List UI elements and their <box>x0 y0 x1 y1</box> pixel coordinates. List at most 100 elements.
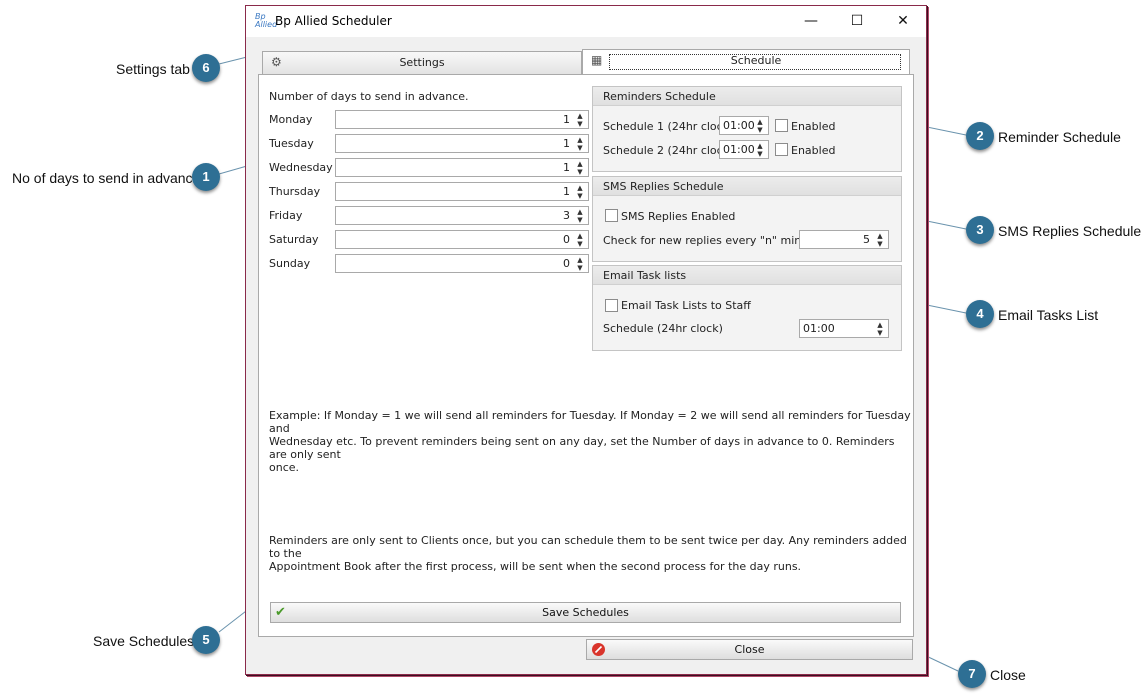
sms-group-title: SMS Replies Schedule <box>603 180 724 193</box>
spinner-value: 1 <box>563 161 570 174</box>
tab-schedule-label: Schedule <box>730 54 782 67</box>
schedule2-time-input[interactable]: 01:00 ▲ ▼ <box>719 140 769 159</box>
spin-down-icon[interactable]: ▼ <box>575 264 585 272</box>
spin-up-icon[interactable]: ▲ <box>575 184 585 192</box>
schedule1-enabled-checkbox[interactable] <box>775 119 788 132</box>
email-schedule-time-input[interactable]: 01:00 ▲ ▼ <box>799 319 889 338</box>
example-line: Wednesday etc. To prevent reminders bein… <box>269 435 895 461</box>
spin-up-icon[interactable]: ▲ <box>755 142 765 150</box>
day-label: Thursday <box>269 185 321 198</box>
sms-replies-schedule-group: SMS Replies Schedule SMS Replies Enabled… <box>592 176 902 262</box>
callout-badge-4: 4 <box>966 300 994 328</box>
schedule2-label: Schedule 2 (24hr clock) <box>603 144 734 157</box>
schedule1-enabled-label: Enabled <box>791 120 836 133</box>
callout-badge-1: 1 <box>192 163 220 191</box>
email-schedule-label: Schedule (24hr clock) <box>603 322 723 335</box>
reminders-group-title: Reminders Schedule <box>603 90 716 103</box>
connector-1 <box>218 165 248 175</box>
window-title: Bp Allied Scheduler <box>275 14 392 28</box>
sms-interval-label: Check for new replies every "n" minutes <box>603 234 826 247</box>
days-spinner-tuesday[interactable]: 1 ▲ ▼ <box>335 134 589 153</box>
day-label: Wednesday <box>269 161 333 174</box>
minimize-button[interactable]: — <box>788 6 834 37</box>
spinner-value: 1 <box>563 113 570 126</box>
spin-up-icon[interactable]: ▲ <box>755 118 765 126</box>
close-window-button[interactable]: ✕ <box>880 6 926 37</box>
spin-up-icon[interactable]: ▲ <box>575 136 585 144</box>
sms-replies-enabled-checkbox[interactable] <box>605 209 618 222</box>
schedule1-label: Schedule 1 (24hr clock) <box>603 120 734 133</box>
spin-down-icon[interactable]: ▼ <box>575 192 585 200</box>
days-spinner-monday[interactable]: 1 ▲ ▼ <box>335 110 589 129</box>
title-bar: Bp Allied Bp Allied Scheduler — ☐ ✕ <box>246 6 926 37</box>
info-line: Reminders are only sent to Clients once,… <box>269 534 907 560</box>
group-header: Email Task lists <box>593 266 901 285</box>
time-value: 01:00 <box>723 143 755 156</box>
days-spinner-thursday[interactable]: 1 ▲ ▼ <box>335 182 589 201</box>
save-schedules-label: Save Schedules <box>542 606 629 619</box>
time-value: 01:00 <box>803 322 835 335</box>
close-button[interactable]: Close <box>586 639 913 660</box>
day-label: Monday <box>269 113 313 126</box>
days-spinner-friday[interactable]: 3 ▲ ▼ <box>335 206 589 225</box>
time-value: 01:00 <box>723 119 755 132</box>
callout-badge-6: 6 <box>192 54 220 82</box>
connector-3 <box>921 219 967 230</box>
sms-replies-enabled-label: SMS Replies Enabled <box>621 210 736 223</box>
app-window: Bp Allied Bp Allied Scheduler — ☐ ✕ ⚙ Set… <box>245 5 927 675</box>
spin-down-icon[interactable]: ▼ <box>875 329 885 337</box>
spin-down-icon[interactable]: ▼ <box>575 120 585 128</box>
callout-badge-3: 3 <box>966 216 994 244</box>
info-line: Appointment Book after the first process… <box>269 560 802 573</box>
email-group-title: Email Task lists <box>603 269 687 282</box>
email-task-lists-group: Email Task lists Email Task Lists to Sta… <box>592 265 902 351</box>
callout-text-close: Close <box>990 667 1026 683</box>
tab-settings[interactable]: ⚙ Settings <box>262 51 582 75</box>
spin-down-icon[interactable]: ▼ <box>575 144 585 152</box>
spinner-value: 5 <box>863 233 870 246</box>
maximize-button[interactable]: ☐ <box>834 6 880 37</box>
days-spinner-wednesday[interactable]: 1 ▲ ▼ <box>335 158 589 177</box>
example-line: once. <box>269 461 300 474</box>
days-heading: Number of days to send in advance. <box>269 90 469 103</box>
spin-up-icon[interactable]: ▲ <box>575 160 585 168</box>
callout-text-days: No of days to send in advance <box>12 170 201 186</box>
connector-7 <box>921 653 959 672</box>
spin-down-icon[interactable]: ▼ <box>755 150 765 158</box>
spin-down-icon[interactable]: ▼ <box>575 216 585 224</box>
spinner-value: 0 <box>563 233 570 246</box>
days-spinner-sunday[interactable]: 0 ▲ ▼ <box>335 254 589 273</box>
save-schedules-button[interactable]: ✔ Save Schedules <box>270 602 901 623</box>
spin-down-icon[interactable]: ▼ <box>755 126 765 134</box>
callout-badge-5: 5 <box>192 626 220 654</box>
spin-up-icon[interactable]: ▲ <box>575 112 585 120</box>
sms-interval-spinner[interactable]: 5 ▲ ▼ <box>799 230 889 249</box>
bp-allied-logo-icon: Bp Allied <box>255 12 278 29</box>
spin-down-icon[interactable]: ▼ <box>875 240 885 248</box>
callout-badge-7: 7 <box>958 660 986 688</box>
spinner-value: 1 <box>563 137 570 150</box>
spin-up-icon[interactable]: ▲ <box>875 321 885 329</box>
schedule1-time-input[interactable]: 01:00 ▲ ▼ <box>719 116 769 135</box>
day-label: Saturday <box>269 233 319 246</box>
spin-down-icon[interactable]: ▼ <box>575 168 585 176</box>
schedule2-enabled-checkbox[interactable] <box>775 143 788 156</box>
spin-up-icon[interactable]: ▲ <box>575 208 585 216</box>
schedule-tab-page: Number of days to send in advance. Monda… <box>258 74 914 637</box>
callout-badge-2: 2 <box>966 122 994 150</box>
spinner-value: 3 <box>563 209 570 222</box>
day-label: Tuesday <box>269 137 314 150</box>
close-label: Close <box>734 643 765 656</box>
schedule2-enabled-label: Enabled <box>791 144 836 157</box>
tab-schedule[interactable]: ▦ Schedule <box>582 49 910 74</box>
connector-6 <box>218 56 248 65</box>
callout-text-sms: SMS Replies Schedule <box>998 223 1142 239</box>
spin-down-icon[interactable]: ▼ <box>575 240 585 248</box>
spin-up-icon[interactable]: ▲ <box>575 232 585 240</box>
email-task-lists-label: Email Task Lists to Staff <box>621 299 751 312</box>
spin-up-icon[interactable]: ▲ <box>575 256 585 264</box>
days-spinner-saturday[interactable]: 0 ▲ ▼ <box>335 230 589 249</box>
spin-up-icon[interactable]: ▲ <box>875 232 885 240</box>
example-note: Example: If Monday = 1 we will send all … <box>269 409 913 474</box>
email-task-lists-checkbox[interactable] <box>605 299 618 312</box>
